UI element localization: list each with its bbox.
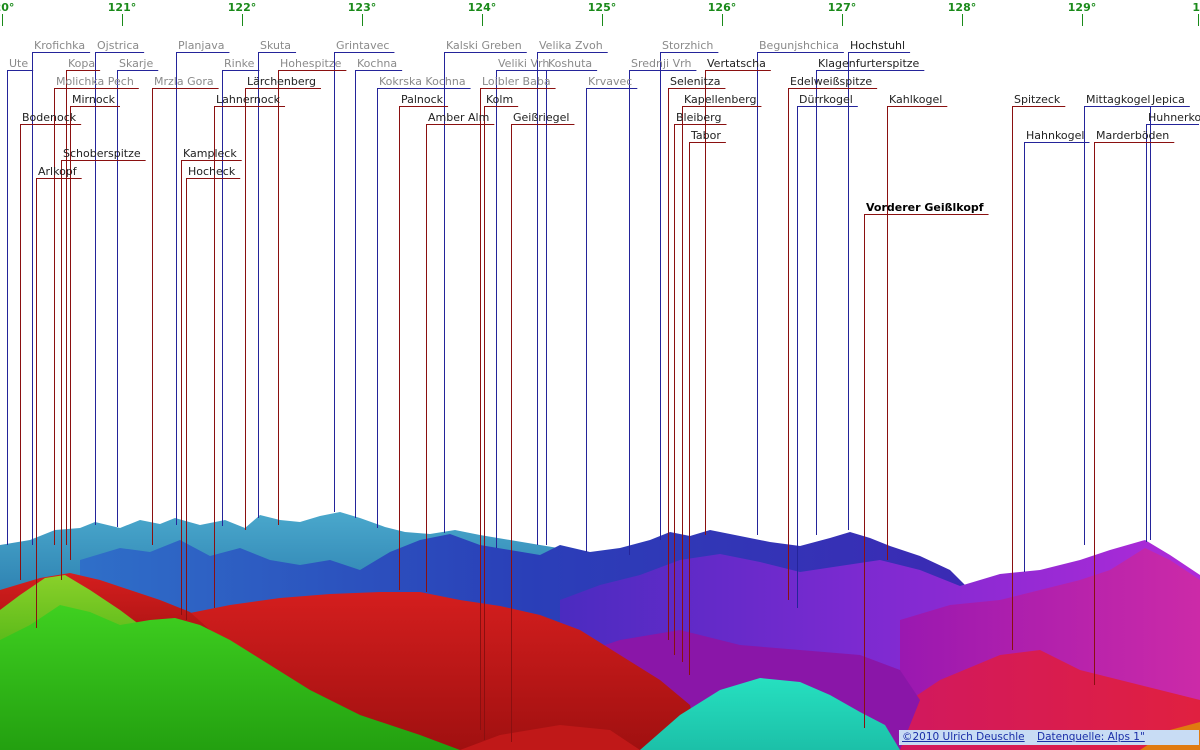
peak-label: Bodenock — [22, 111, 77, 124]
credits-bar: ©2010 Ulrich Deuschle Datenquelle: Alps … — [899, 730, 1199, 745]
peak-label: Huhnerkogel — [1148, 111, 1200, 124]
peak-label: Skarje — [119, 57, 154, 70]
peak-label: Velika Zvoh — [539, 39, 603, 52]
peak-label: Vorderer Geißlkopf — [866, 201, 984, 214]
peak-label: Srednji Vrh — [631, 57, 692, 70]
peak-label: Veliki Vrh — [498, 57, 550, 70]
copyright-link[interactable]: ©2010 Ulrich Deuschle — [902, 731, 1025, 743]
peak-label: Kokrska Kochna — [379, 75, 466, 88]
peak-label: Jepica — [1152, 93, 1185, 106]
peak-label: Begunjshchica — [759, 39, 839, 52]
peak-label: Grintavec — [336, 39, 390, 52]
peak-label: Geißriegel — [513, 111, 570, 124]
peak-label: Spitzeck — [1014, 93, 1061, 106]
peak-label: Krvavec — [588, 75, 633, 88]
peak-label: Mirnock — [72, 93, 115, 106]
peak-label: Lahnernock — [216, 93, 281, 106]
peak-label: Kalski Greben — [446, 39, 522, 52]
peak-label: Ojstrica — [97, 39, 140, 52]
peak-label: Lärchenberg — [247, 75, 316, 88]
peak-label: Kopa — [68, 57, 96, 70]
peak-label: Edelweißspitze — [790, 75, 873, 88]
peak-label: Mittagkogel — [1086, 93, 1151, 106]
peak-label: Arlkopf — [38, 165, 77, 178]
peak-label: Kochna — [357, 57, 398, 70]
peak-label: Tabor — [691, 129, 721, 142]
peak-label: Kampleck — [183, 147, 237, 160]
data-source-link[interactable]: Datenquelle: Alps 1" — [1037, 731, 1145, 743]
peak-label: Dürrkogel — [799, 93, 853, 106]
peak-label: Schoberspitze — [63, 147, 141, 160]
peak-label: Klagenfurterspitze — [818, 57, 920, 70]
peak-label: Kahlkogel — [889, 93, 943, 106]
peak-label: Hohespitze — [280, 57, 342, 70]
peak-label: Palnock — [401, 93, 444, 106]
peak-label: Hocheck — [188, 165, 236, 178]
peak-label: Koshuta — [548, 57, 593, 70]
peak-label: Hochstuhl — [850, 39, 906, 52]
peak-leader-lines — [7, 52, 1199, 742]
peak-label: Amber Alm — [428, 111, 490, 124]
peak-label: Planjava — [178, 39, 225, 52]
peak-label: Vertatscha — [707, 57, 766, 70]
peak-label: Mrzla Gora — [154, 75, 214, 88]
peak-label: Selenitza — [670, 75, 721, 88]
peak-label: Kolm — [486, 93, 514, 106]
peak-label: Molichka Pech — [56, 75, 134, 88]
peak-label: Hahnkogel — [1026, 129, 1085, 142]
peak-label: Kapellenberg — [684, 93, 757, 106]
peak-label: Rinke — [224, 57, 255, 70]
peak-label: Loibler Baba — [482, 75, 551, 88]
peak-label: Storzhich — [662, 39, 714, 52]
peak-label: Ute — [9, 57, 29, 70]
peak-label: Krofichka — [34, 39, 86, 52]
peak-label: Marderböden — [1096, 129, 1170, 142]
peak-label: Bleiberg — [676, 111, 722, 124]
peak-label: Skuta — [260, 39, 292, 52]
